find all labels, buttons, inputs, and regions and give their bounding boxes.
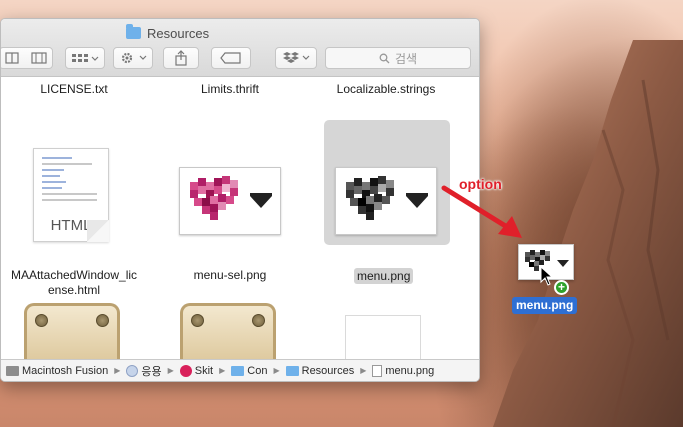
view-mode-segmented[interactable] [1, 47, 53, 69]
file-item-menu-sel[interactable]: menu-sel.png [167, 268, 293, 283]
share-button[interactable] [163, 47, 199, 69]
black-heart-image [346, 176, 428, 220]
search-placeholder: 검색 [394, 51, 418, 66]
dropbox-button[interactable] [275, 47, 317, 69]
file-item-localizable[interactable]: Localizable.strings [323, 82, 449, 97]
chevron-right-icon: ▶ [360, 366, 367, 375]
dragged-file-label: menu.png [512, 297, 578, 314]
gear-icon [121, 52, 147, 64]
titlebar: Resources 검색 [1, 19, 479, 77]
folder-icon [231, 365, 245, 376]
file-name-label: Limits.thrift [200, 82, 259, 96]
dropbox-icon [283, 52, 310, 63]
file-name-line2: ense.html [47, 283, 101, 297]
grid-arrange-icon [72, 54, 99, 62]
pink-heart-image [190, 176, 272, 220]
file-item-menu-selected-label[interactable]: menu.png [354, 268, 414, 284]
path-item-disk[interactable]: Macintosh Fusion [6, 365, 108, 377]
path-bar: Macintosh Fusion ▶ 응용 ▶ Skit ▶ Con ▶ Res… [1, 359, 479, 381]
screw-icon [191, 314, 204, 327]
search-icon [379, 53, 390, 63]
file-name-line1: MAAttachedWindow_lic [10, 268, 138, 282]
file-name-label: Localizable.strings [336, 82, 436, 96]
action-button[interactable] [113, 47, 153, 69]
menu-thumbnail[interactable] [335, 167, 437, 235]
file-icon [372, 364, 383, 377]
screw-icon [252, 314, 265, 327]
html-document-icon[interactable]: HTML [33, 148, 109, 242]
option-key-annotation: option [459, 176, 502, 192]
folder-icon [126, 364, 139, 377]
chevron-right-icon: ▶ [219, 366, 226, 375]
screw-icon [96, 314, 109, 327]
copy-plus-icon: + [554, 280, 569, 295]
chevron-right-icon: ▶ [273, 366, 280, 375]
chevron-right-icon: ▶ [167, 366, 174, 375]
chevron-right-icon: ▶ [114, 366, 121, 375]
file-item-maattachedwindow[interactable]: MAAttachedWindow_lic ense.html [1, 268, 147, 298]
share-icon [175, 50, 187, 66]
file-item-license[interactable]: LICENSE.txt [11, 82, 137, 97]
path-item-menu-png[interactable]: menu.png [372, 364, 434, 377]
folder-icon [285, 365, 299, 376]
finder-window: Resources 검색 LICENSE.txt Limits.thrift L… [0, 18, 480, 382]
path-item-applications[interactable]: 응용 [126, 363, 162, 379]
screw-icon [35, 314, 48, 327]
window-title-label: Resources [147, 25, 210, 41]
file-name-label: menu-sel.png [193, 268, 267, 282]
path-item-resources[interactable]: Resources [285, 365, 354, 377]
path-item-contents[interactable]: Con [231, 365, 267, 377]
window-title: Resources [126, 24, 210, 41]
file-name-label: LICENSE.txt [40, 82, 108, 96]
tag-icon [220, 52, 241, 64]
tags-button[interactable] [211, 47, 251, 69]
file-grid: LICENSE.txt Limits.thrift Localizable.st… [1, 78, 479, 373]
folder-icon [126, 24, 141, 39]
arrange-button[interactable] [65, 47, 105, 69]
path-item-skitch[interactable]: Skit [179, 364, 213, 377]
skitch-app-icon [179, 364, 192, 377]
icon-column-view-icons [5, 52, 47, 64]
file-item-limits[interactable]: Limits.thrift [167, 82, 293, 97]
menu-sel-thumbnail[interactable] [179, 167, 281, 235]
search-field[interactable]: 검색 [325, 47, 471, 69]
disk-icon [6, 365, 19, 376]
cursor-arrow-icon [540, 266, 554, 286]
